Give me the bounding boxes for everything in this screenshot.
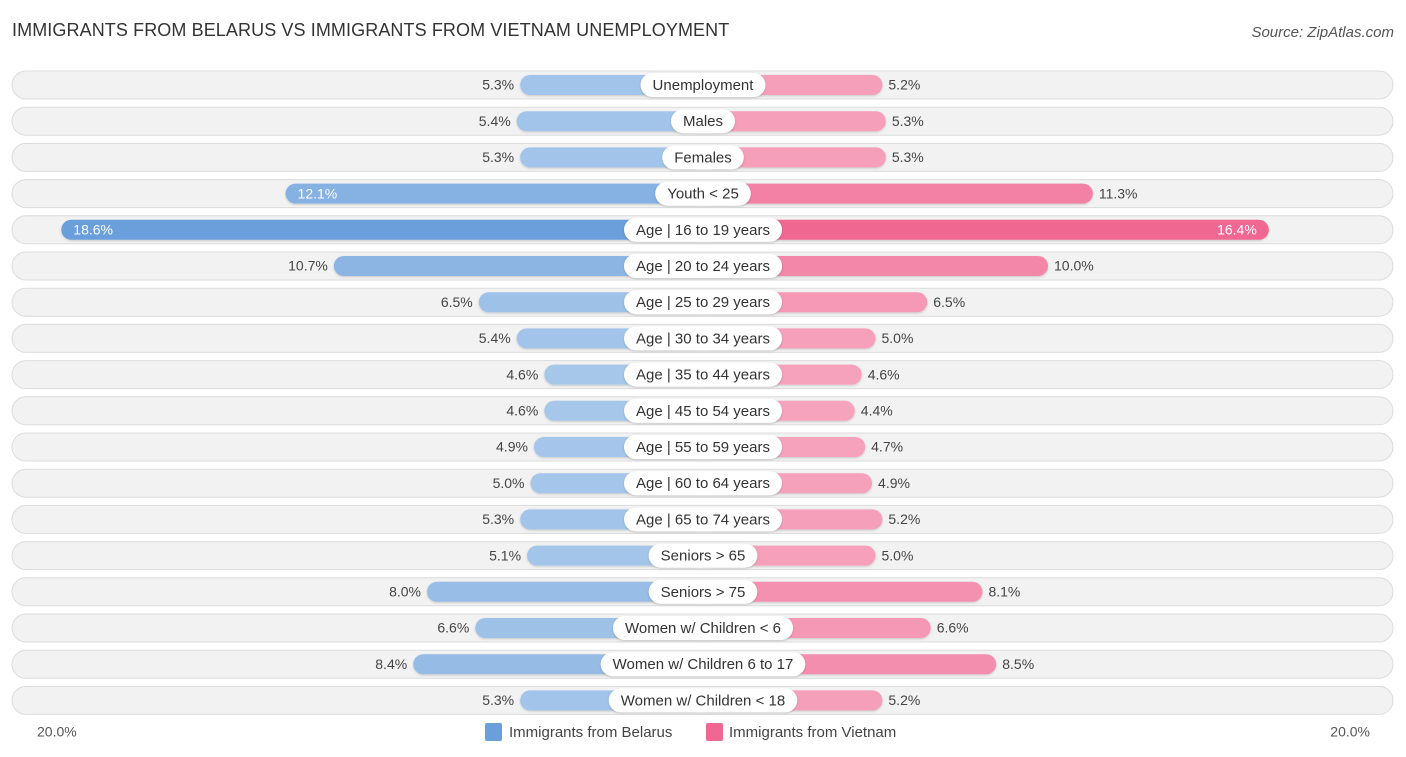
axis-label-right: 20.0% xyxy=(1330,724,1370,740)
value-label-belarus: 10.7% xyxy=(288,258,328,274)
axis-label-left: 20.0% xyxy=(37,724,77,740)
chart-row: 5.3% 5.3% Females xyxy=(11,142,1394,172)
value-label-belarus: 5.3% xyxy=(482,692,514,708)
value-label-vietnam: 5.3% xyxy=(892,149,924,165)
value-label-vietnam: 4.6% xyxy=(868,366,900,382)
value-label-belarus: 4.9% xyxy=(496,439,528,455)
bar-vietnam[interactable] xyxy=(703,183,1093,204)
value-label-vietnam: 8.1% xyxy=(988,584,1020,600)
category-label: Women w/ Children 6 to 17 xyxy=(613,656,794,673)
value-label-vietnam: 5.0% xyxy=(882,330,914,346)
x-axis: 20.0% 20.0% xyxy=(37,724,1370,740)
value-label-vietnam: 10.0% xyxy=(1054,258,1094,274)
value-label-belarus: 5.3% xyxy=(482,149,514,165)
chart-row: 4.9% 4.7% Age | 55 to 59 years xyxy=(11,432,1394,462)
bar-vietnam[interactable] xyxy=(703,219,1269,240)
chart-row: 5.1% 5.0% Seniors > 65 xyxy=(11,541,1394,571)
value-label-vietnam: 11.3% xyxy=(1099,185,1138,201)
value-label-belarus: 5.3% xyxy=(482,77,514,93)
chart-row: 6.5% 6.5% Age | 25 to 29 years xyxy=(11,287,1394,317)
legend-label-vietnam: Immigrants from Vietnam xyxy=(729,724,896,741)
value-label-belarus: 5.0% xyxy=(493,475,525,491)
category-label: Age | 65 to 74 years xyxy=(636,511,770,528)
chart-row: 5.3% 5.2% Unemployment xyxy=(11,70,1394,100)
chart-row: 5.3% 5.2% Women w/ Children < 18 xyxy=(11,685,1394,715)
legend: Immigrants from Belarus Immigrants from … xyxy=(485,723,896,741)
legend-label-belarus: Immigrants from Belarus xyxy=(509,724,672,741)
chart-row: 6.6% 6.6% Women w/ Children < 6 xyxy=(11,613,1394,643)
value-label-vietnam: 5.2% xyxy=(888,511,920,527)
legend-item-vietnam[interactable]: Immigrants from Vietnam xyxy=(706,723,896,741)
value-label-belarus: 12.1% xyxy=(298,185,338,201)
value-label-vietnam: 5.3% xyxy=(892,113,924,129)
value-label-belarus: 6.5% xyxy=(441,294,473,310)
value-label-belarus: 5.4% xyxy=(479,330,511,346)
category-label: Age | 16 to 19 years xyxy=(636,222,770,239)
value-label-belarus: 4.6% xyxy=(506,366,538,382)
category-label: Age | 20 to 24 years xyxy=(636,258,770,275)
chart-rows: 5.3% 5.2%Unemployment5.4% 5.3%Males5.3% 5.3… xyxy=(11,70,1394,715)
bar-belarus[interactable] xyxy=(61,219,704,240)
value-label-vietnam: 4.9% xyxy=(878,475,910,491)
category-label: Youth < 25 xyxy=(667,186,739,203)
value-label-vietnam: 5.2% xyxy=(888,692,920,708)
value-label-vietnam: 8.5% xyxy=(1002,656,1034,672)
chart-row: 5.3% 5.2% Age | 65 to 74 years xyxy=(11,504,1394,534)
chart-row: 8.0% 8.1% Seniors > 75 xyxy=(11,577,1394,607)
category-label: Seniors > 75 xyxy=(661,584,746,601)
value-label-vietnam: 16.4% xyxy=(1217,222,1257,238)
chart-row: 10.7% 10.0% Age | 20 to 24 years xyxy=(11,251,1394,281)
chart-row: 8.4% 8.5% Women w/ Children 6 to 17 xyxy=(11,649,1394,679)
value-label-belarus: 5.1% xyxy=(489,547,521,563)
legend-item-belarus[interactable]: Immigrants from Belarus xyxy=(485,723,672,741)
category-label: Age | 45 to 54 years xyxy=(636,403,770,420)
chart-row: 18.6% 16.4% Age | 16 to 19 years xyxy=(11,215,1394,245)
value-label-vietnam: 4.7% xyxy=(871,439,903,455)
value-label-belarus: 8.0% xyxy=(389,584,421,600)
chart-row: 12.1% 11.3% Youth < 25 xyxy=(11,179,1394,209)
diverging-bar-chart: 5.3% 5.2%Unemployment5.4% 5.3%Males5.3% 5.3… xyxy=(11,70,1394,741)
value-label-belarus: 5.4% xyxy=(479,113,511,129)
value-label-vietnam: 5.0% xyxy=(882,547,914,563)
value-label-belarus: 8.4% xyxy=(375,656,407,672)
category-label: Females xyxy=(674,149,732,166)
category-label: Women w/ Children < 18 xyxy=(621,692,785,709)
value-label-vietnam: 6.5% xyxy=(933,294,965,310)
category-label: Age | 30 to 34 years xyxy=(636,330,770,347)
legend-swatch-vietnam xyxy=(706,723,723,741)
value-label-belarus: 6.6% xyxy=(437,620,469,636)
category-label: Age | 55 to 59 years xyxy=(636,439,770,456)
legend-swatch-belarus xyxy=(485,723,502,741)
chart-row: 5.4% 5.0% Age | 30 to 34 years xyxy=(11,323,1394,353)
chart-row: 4.6% 4.6% Age | 35 to 44 years xyxy=(11,360,1394,390)
category-label: Seniors > 65 xyxy=(661,548,746,565)
value-label-vietnam: 4.4% xyxy=(861,403,893,419)
category-label: Women w/ Children < 6 xyxy=(625,620,781,637)
category-label: Age | 35 to 44 years xyxy=(636,367,770,384)
value-label-vietnam: 6.6% xyxy=(937,620,969,636)
value-label-belarus: 5.3% xyxy=(482,511,514,527)
chart-row: 5.4% 5.3% Males xyxy=(11,106,1394,136)
chart-row: 4.6% 4.4% Age | 45 to 54 years xyxy=(11,396,1394,426)
category-label: Age | 60 to 64 years xyxy=(636,475,770,492)
value-label-belarus: 4.6% xyxy=(506,403,538,419)
chart-row: 5.0% 4.9% Age | 60 to 64 years xyxy=(11,468,1394,498)
category-label: Age | 25 to 29 years xyxy=(636,294,770,311)
bar-belarus[interactable] xyxy=(285,183,703,204)
category-label: Males xyxy=(683,113,723,130)
value-label-vietnam: 5.2% xyxy=(888,77,920,93)
category-label: Unemployment xyxy=(653,77,755,94)
value-label-belarus: 18.6% xyxy=(73,222,113,238)
